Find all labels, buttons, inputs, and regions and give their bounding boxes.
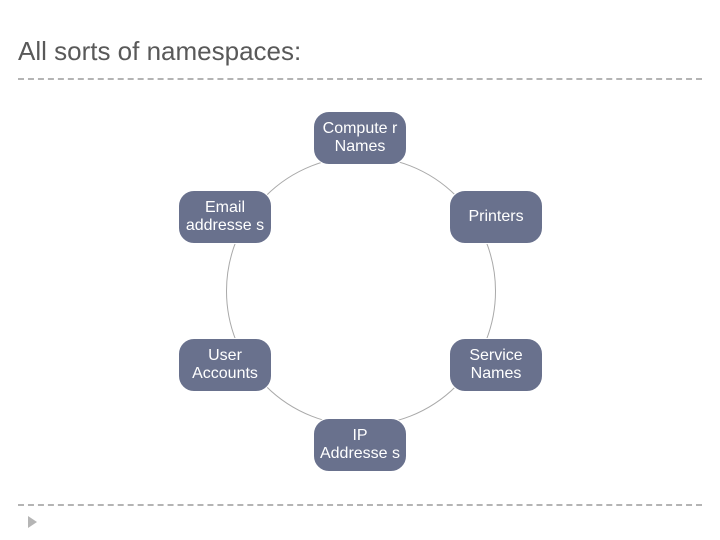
slide-title: All sorts of namespaces: (18, 36, 301, 67)
bullet-icon (28, 516, 37, 528)
node-printers: Printers (449, 190, 543, 244)
node-service-names: Service Names (449, 338, 543, 392)
node-label: Email addresse s (183, 199, 267, 234)
node-label: Compute r Names (318, 120, 402, 155)
node-label: User Accounts (183, 347, 267, 382)
node-computer-names: Compute r Names (313, 111, 407, 165)
node-label: Service Names (454, 347, 538, 382)
slide: All sorts of namespaces: Compute r Names… (0, 0, 720, 540)
node-label: Printers (468, 208, 523, 226)
divider-bottom (18, 504, 702, 506)
node-ip-addresses: IP Addresse s (313, 418, 407, 472)
node-label: IP Addresse s (318, 427, 402, 462)
node-email-addresses: Email addresse s (178, 190, 272, 244)
node-user-accounts: User Accounts (178, 338, 272, 392)
divider-top (18, 78, 702, 80)
